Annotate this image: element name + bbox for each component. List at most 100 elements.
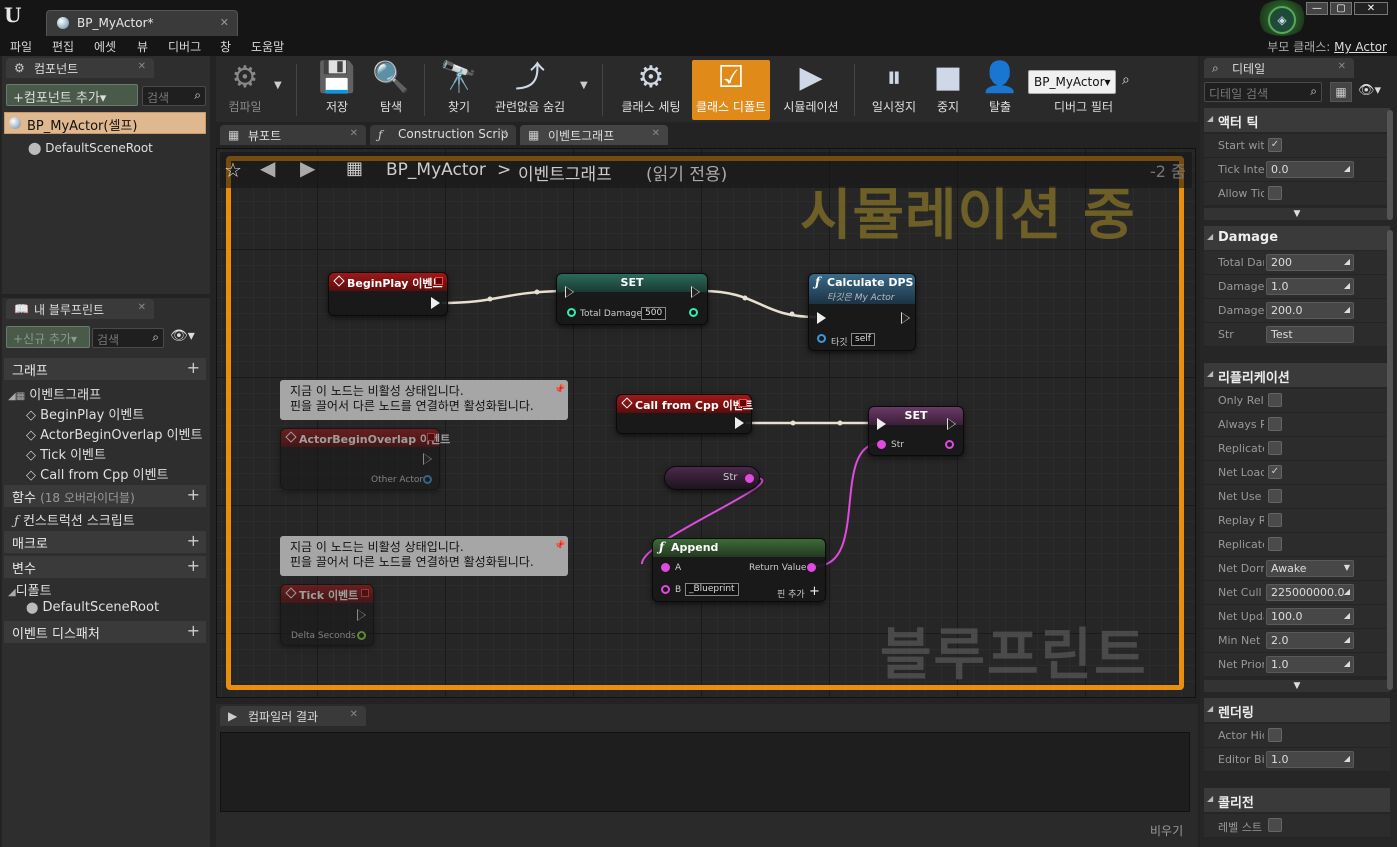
- section-event-dispatchers[interactable]: 이벤트 디스패처 +: [4, 621, 206, 643]
- compile-button[interactable]: ⚙ 컴파일: [220, 60, 270, 120]
- clear-button[interactable]: 비우기: [1150, 822, 1183, 839]
- expand-advanced-chevron-down-icon[interactable]: ▼: [1204, 680, 1390, 692]
- node-actor-begin-overlap[interactable]: ActorBeginOverlap 이벤트 Other Actor: [280, 428, 450, 490]
- breadcrumb-blueprint[interactable]: BP_MyActor: [386, 160, 486, 180]
- details-section-collision[interactable]: 콜리전: [1204, 788, 1390, 812]
- section-graphs[interactable]: 그래프 +: [4, 358, 206, 380]
- number-field[interactable]: 1.0: [1266, 278, 1354, 295]
- close-construction-icon[interactable]: ✕: [500, 128, 508, 139]
- tree-event-callcpp[interactable]: ◇ Call from Cpp 이벤트: [26, 464, 169, 483]
- component-root-row[interactable]: BP_MyActor(셀프): [4, 112, 206, 134]
- exec-out-pin[interactable]: [901, 312, 910, 324]
- number-field[interactable]: 2.0: [1266, 632, 1354, 649]
- number-field[interactable]: 100.0: [1266, 608, 1354, 625]
- add-component-button[interactable]: +컴포넌트 추가▾: [6, 84, 138, 106]
- string-in-pin[interactable]: [877, 440, 886, 449]
- menu-help[interactable]: 도움말: [251, 38, 284, 55]
- checkbox[interactable]: [1268, 728, 1282, 742]
- compiler-results-tab[interactable]: ▶ 컴파일러 결과 ✕: [220, 706, 366, 726]
- string-return-pin[interactable]: [807, 563, 816, 572]
- checkbox[interactable]: [1268, 489, 1282, 503]
- menu-window[interactable]: 창: [220, 38, 231, 55]
- node-beginplay[interactable]: BeginPlay 이벤트: [328, 272, 448, 316]
- float-out-pin[interactable]: [357, 631, 366, 640]
- delegate-pin-icon[interactable]: [739, 399, 747, 407]
- number-field[interactable]: 1.0: [1266, 656, 1354, 673]
- browse-button[interactable]: 🔍 탐색: [366, 60, 416, 120]
- add-function-plus-icon[interactable]: +: [187, 485, 200, 504]
- number-field[interactable]: 225000000.0: [1266, 584, 1354, 601]
- pause-button[interactable]: ⏸ 일시정지: [866, 60, 922, 120]
- delegate-pin-icon[interactable]: [435, 277, 443, 285]
- debug-object-select[interactable]: BP_MyActor▾: [1028, 70, 1116, 94]
- components-search-input[interactable]: 검색 ⌕: [142, 86, 206, 106]
- checkbox[interactable]: [1268, 186, 1282, 200]
- node-set-total-damage[interactable]: SET Total Damage 500: [556, 273, 708, 325]
- add-pin-plus-icon[interactable]: +: [809, 584, 820, 599]
- checkbox[interactable]: [1268, 417, 1282, 431]
- exec-out-pin[interactable]: [357, 609, 366, 621]
- my-blueprint-tab[interactable]: 📖 내 블루프린트 ✕: [6, 299, 154, 319]
- class-defaults-button[interactable]: ☑ 클래스 디폴트: [692, 60, 770, 120]
- find-button[interactable]: 🔭 찾기: [434, 60, 484, 120]
- checkbox[interactable]: [1268, 513, 1282, 527]
- breadcrumb-event-graph[interactable]: 이벤트그래프: [518, 160, 612, 185]
- tree-event-graph[interactable]: ◢▦ 이벤트그래프: [8, 384, 101, 403]
- checkbox[interactable]: ✓: [1268, 138, 1282, 152]
- node-call-from-cpp[interactable]: Call from Cpp 이벤트: [616, 394, 753, 434]
- int-out-pin[interactable]: [689, 308, 698, 317]
- section-macros[interactable]: 매크로 +: [4, 531, 206, 553]
- number-field[interactable]: 200: [1266, 254, 1354, 271]
- node-append[interactable]: ƒ Append A Return Value B _Blueprint 핀 추가…: [652, 538, 826, 602]
- add-pin-label[interactable]: 핀 추가: [777, 587, 805, 600]
- components-tab[interactable]: ⚙ 컴포넌트 ✕: [6, 58, 154, 78]
- menu-asset[interactable]: 에셋: [94, 38, 116, 55]
- tree-event-tick[interactable]: ◇ Tick 이벤트: [26, 444, 106, 463]
- string-b-pin[interactable]: [661, 585, 670, 594]
- exec-in-pin[interactable]: [565, 286, 574, 298]
- close-components-icon[interactable]: ✕: [138, 61, 146, 72]
- string-a-pin[interactable]: [661, 563, 670, 572]
- details-section-replication[interactable]: 리플리케이션: [1204, 363, 1390, 387]
- exec-out-pin[interactable]: [735, 417, 744, 429]
- pin-b-value[interactable]: _Blueprint: [685, 583, 739, 596]
- comment-disabled-2[interactable]: 지금 이 노드는 비활성 상태입니다. 핀을 끌어서 다른 노드를 연결하면 활…: [280, 536, 568, 576]
- tab-construction-script[interactable]: ƒ Construction Scrip ✕: [370, 125, 516, 145]
- pushpin-icon[interactable]: 📌: [554, 539, 565, 555]
- checkbox[interactable]: ✓: [1268, 465, 1282, 479]
- section-variables[interactable]: 변수 +: [4, 556, 206, 578]
- pin-total-damage-value[interactable]: 500: [641, 307, 667, 320]
- menu-debug[interactable]: 디버그: [168, 38, 201, 55]
- tree-construction-script[interactable]: ƒ 컨스트럭션 스크립트: [14, 510, 135, 529]
- exec-out-pin[interactable]: [423, 453, 432, 465]
- number-field[interactable]: 0.0: [1266, 161, 1354, 178]
- node-tick[interactable]: Tick 이벤트 Delta Seconds: [280, 584, 374, 646]
- pushpin-icon[interactable]: 📌: [554, 383, 565, 399]
- forward-arrow-icon[interactable]: ▶: [300, 156, 315, 180]
- debug-search-icon[interactable]: ⌕: [1122, 72, 1130, 88]
- node-set-str[interactable]: SET Str: [868, 406, 964, 456]
- tree-default-scene-root[interactable]: ⬤ DefaultSceneRoot: [26, 600, 159, 615]
- save-button[interactable]: 💾 저장: [312, 60, 362, 120]
- exec-in-pin[interactable]: [877, 418, 886, 430]
- exec-in-pin[interactable]: [817, 312, 826, 324]
- compile-options-chevron-down-icon[interactable]: ▼: [274, 80, 282, 91]
- add-new-button[interactable]: +신규 추가▾: [6, 326, 90, 348]
- tab-viewport[interactable]: ▦ 뷰포트 ✕: [220, 125, 366, 145]
- tree-defaults[interactable]: ◢디폴트: [8, 580, 52, 599]
- close-my-blueprint-icon[interactable]: ✕: [138, 302, 146, 313]
- pin-target-value[interactable]: self: [851, 333, 875, 346]
- int-in-pin[interactable]: [567, 308, 576, 317]
- expand-advanced-chevron-down-icon[interactable]: ▼: [1204, 208, 1390, 220]
- delegate-pin-icon[interactable]: [361, 589, 369, 597]
- document-tab[interactable]: BP_MyActor* ✕: [46, 10, 238, 36]
- tab-event-graph[interactable]: ▦ 이벤트그래프 ✕: [520, 125, 668, 145]
- hide-unrelated-chevron-down-icon[interactable]: ▼: [580, 80, 588, 91]
- hide-unrelated-button[interactable]: ⤴ 관련없음 숨김: [488, 60, 572, 120]
- close-viewport-icon[interactable]: ✕: [350, 128, 358, 139]
- component-default-scene-root[interactable]: ⬤ DefaultSceneRoot: [28, 141, 153, 155]
- string-out-pin[interactable]: [745, 474, 754, 483]
- menu-view[interactable]: 뷰: [137, 38, 148, 55]
- exec-out-pin[interactable]: [431, 297, 440, 309]
- delegate-pin-icon[interactable]: [427, 433, 435, 441]
